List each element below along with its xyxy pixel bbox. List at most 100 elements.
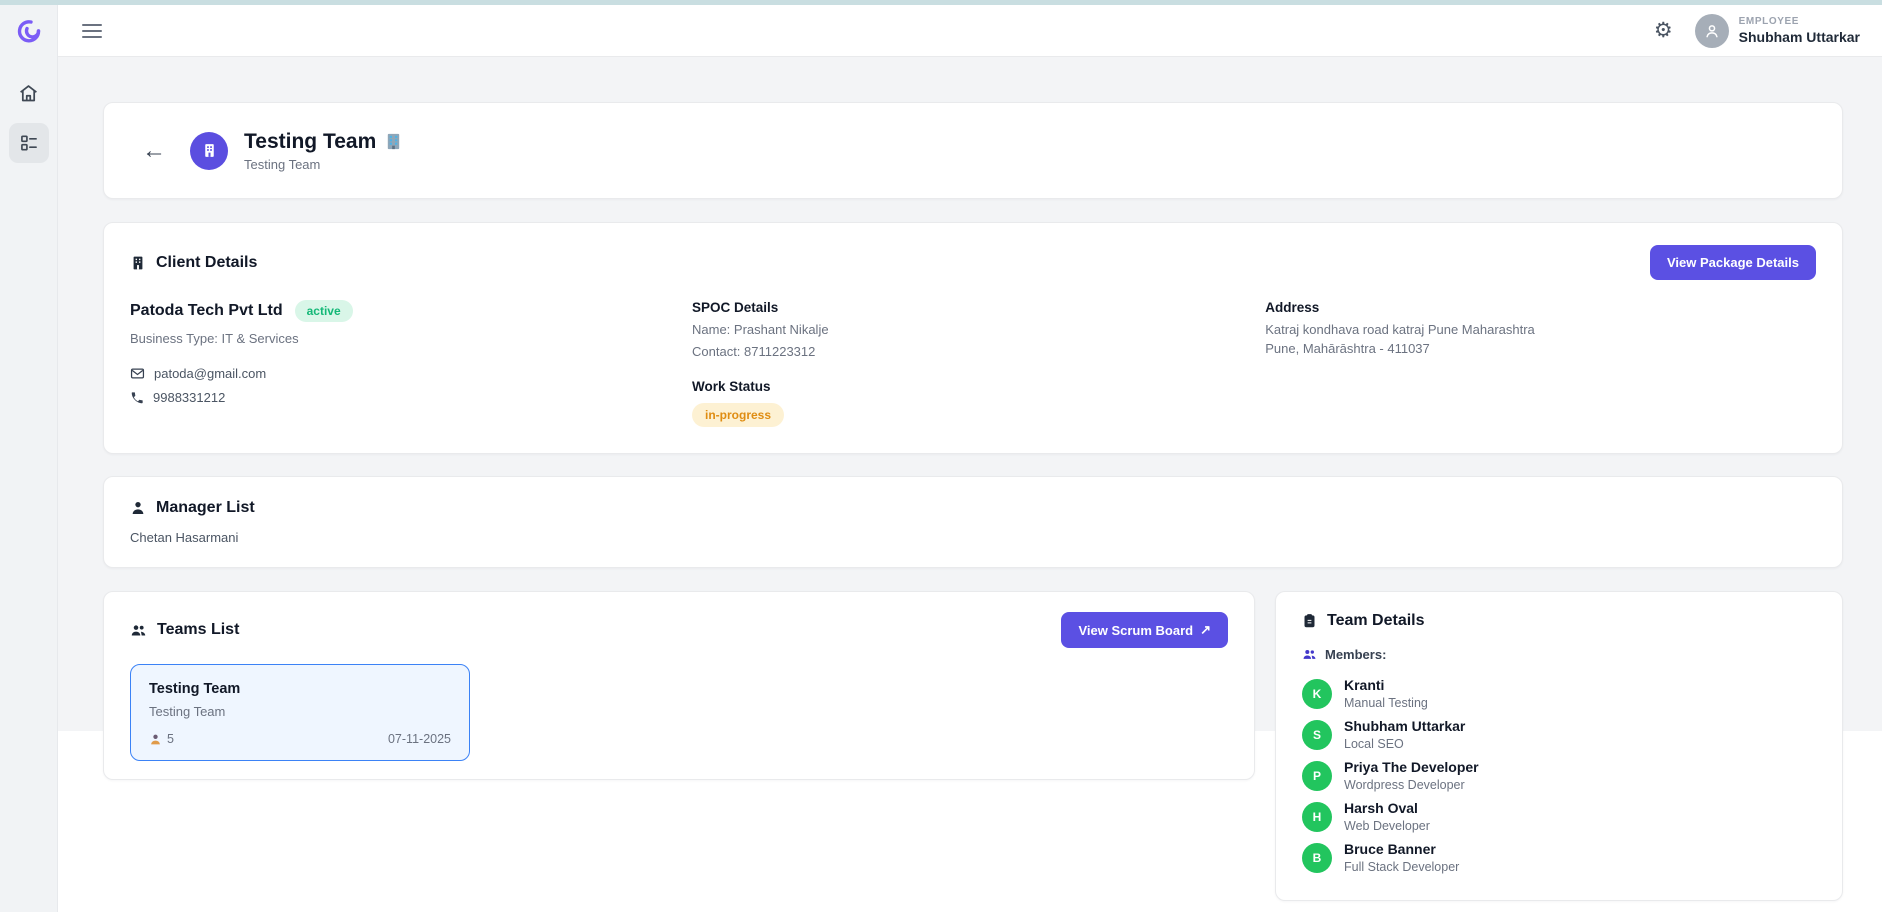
page-subtitle: Testing Team <box>244 157 403 172</box>
user-meta: EMPLOYEE Shubham Uttarkar <box>1739 16 1860 45</box>
member-row[interactable]: P Priya The Developer Wordpress Develope… <box>1302 759 1816 792</box>
member-list: K Kranti Manual Testing S Shubham Uttark… <box>1302 677 1816 874</box>
team-details-heading: Team Details <box>1302 612 1816 630</box>
person-icon <box>130 500 146 516</box>
member-role: Web Developer <box>1344 819 1430 833</box>
company-name: Patoda Tech Pvt Ltd <box>130 302 283 320</box>
client-address-column: Address Katraj kondhava road katraj Pune… <box>1265 300 1816 427</box>
manager-name: Chetan Hasarmani <box>130 530 1816 545</box>
sidebar-item-tasks[interactable] <box>9 123 49 163</box>
members-label: Members: <box>1325 647 1386 662</box>
member-info: Bruce Banner Full Stack Developer <box>1344 841 1459 874</box>
page-title-text: Testing Team <box>244 130 376 154</box>
member-avatar: H <box>1302 802 1332 832</box>
client-spoc-column: SPOC Details Name: Prashant Nikalje Cont… <box>692 300 1265 427</box>
main-content: ← Testing Team Testing Team <box>58 57 1882 731</box>
app-header: ⚙ EMPLOYEE Shubham Uttarkar <box>58 5 1882 57</box>
user-name: Shubham Uttarkar <box>1739 29 1860 45</box>
address-line-1: Katraj kondhava road katraj Pune Maharas… <box>1265 322 1816 337</box>
phone-icon <box>130 391 144 405</box>
spoc-contact: Contact: 8711223312 <box>692 344 1265 359</box>
status-badge: active <box>295 300 353 322</box>
team-tile-subtitle: Testing Team <box>149 704 451 719</box>
member-avatar: K <box>1302 679 1332 709</box>
client-phone: 9988331212 <box>153 390 225 405</box>
client-details-heading: Client Details <box>130 254 257 272</box>
back-arrow-icon[interactable]: ← <box>142 139 166 163</box>
work-status-heading: Work Status <box>692 379 1265 394</box>
page-title-block: Testing Team Testing Team <box>244 130 403 172</box>
members-label-row: Members: <box>1302 647 1816 662</box>
external-link-icon: ↗ <box>1200 622 1211 638</box>
teams-row: Teams List View Scrum Board ↗ Testing Te… <box>103 591 1843 901</box>
view-scrum-board-button[interactable]: View Scrum Board ↗ <box>1061 612 1228 648</box>
header-right: ⚙ EMPLOYEE Shubham Uttarkar <box>1654 14 1860 48</box>
member-avatar: B <box>1302 843 1332 873</box>
manager-list-title: Manager List <box>156 499 255 517</box>
spoc-name: Name: Prashant Nikalje <box>692 322 1265 337</box>
members-icon <box>1302 647 1317 662</box>
member-name: Kranti <box>1344 677 1428 693</box>
business-type: Business Type: IT & Services <box>130 331 692 346</box>
view-package-details-button[interactable]: View Package Details <box>1650 245 1816 280</box>
member-role: Wordpress Developer <box>1344 778 1479 792</box>
clipboard-icon <box>1302 613 1317 629</box>
address-heading: Address <box>1265 300 1816 315</box>
home-icon <box>18 83 39 104</box>
team-avatar <box>190 132 228 170</box>
sidebar-nav <box>9 73 49 163</box>
client-details-grid: Patoda Tech Pvt Ltd active Business Type… <box>130 300 1816 427</box>
team-details-title: Team Details <box>1327 612 1425 630</box>
member-info: Shubham Uttarkar Local SEO <box>1344 718 1465 751</box>
member-count-value: 5 <box>167 732 174 746</box>
task-list-icon <box>19 133 39 153</box>
member-avatar: P <box>1302 761 1332 791</box>
user-role-label: EMPLOYEE <box>1739 16 1860 27</box>
teams-list-title: Teams List <box>157 621 239 639</box>
client-phone-row: 9988331212 <box>130 390 692 405</box>
client-details-title: Client Details <box>156 254 257 272</box>
team-tile-name: Testing Team <box>149 681 451 697</box>
sidebar-item-home[interactable] <box>9 73 49 113</box>
member-row[interactable]: B Bruce Banner Full Stack Developer <box>1302 841 1816 874</box>
manager-list-card: Manager List Chetan Hasarmani <box>103 476 1843 568</box>
member-role: Manual Testing <box>1344 696 1428 710</box>
app-logo-icon[interactable] <box>15 17 43 45</box>
team-member-count: 5 <box>149 732 174 746</box>
user-avatar <box>1695 14 1729 48</box>
member-role: Full Stack Developer <box>1344 860 1459 874</box>
scrum-button-label: View Scrum Board <box>1078 623 1193 638</box>
member-name: Harsh Oval <box>1344 800 1430 816</box>
member-row[interactable]: K Kranti Manual Testing <box>1302 677 1816 710</box>
address-line-2: Pune, Mahārāshtra - 411037 <box>1265 341 1816 356</box>
page-title-card: ← Testing Team Testing Team <box>103 102 1843 199</box>
email-icon <box>130 366 145 381</box>
member-role: Local SEO <box>1344 737 1465 751</box>
team-date: 07-11-2025 <box>388 732 451 746</box>
building-icon <box>130 255 146 271</box>
teams-list-heading: Teams List <box>130 621 239 639</box>
hamburger-menu-icon[interactable] <box>82 24 102 38</box>
member-info: Kranti Manual Testing <box>1344 677 1428 710</box>
teams-list-card: Teams List View Scrum Board ↗ Testing Te… <box>103 591 1255 780</box>
member-count-icon <box>149 733 162 746</box>
user-menu[interactable]: EMPLOYEE Shubham Uttarkar <box>1695 14 1860 48</box>
member-row[interactable]: S Shubham Uttarkar Local SEO <box>1302 718 1816 751</box>
member-row[interactable]: H Harsh Oval Web Developer <box>1302 800 1816 833</box>
member-name: Shubham Uttarkar <box>1344 718 1465 734</box>
spoc-heading: SPOC Details <box>692 300 1265 315</box>
work-status-badge: in-progress <box>692 403 784 427</box>
member-info: Priya The Developer Wordpress Developer <box>1344 759 1479 792</box>
member-name: Priya The Developer <box>1344 759 1479 775</box>
building-emoji-icon <box>384 132 403 151</box>
client-email-row: patoda@gmail.com <box>130 366 692 381</box>
gear-icon[interactable]: ⚙ <box>1654 20 1673 41</box>
people-icon <box>130 622 147 639</box>
member-name: Bruce Banner <box>1344 841 1459 857</box>
sidebar <box>0 5 58 912</box>
page-title: Testing Team <box>244 130 403 154</box>
client-details-card: Client Details View Package Details Pato… <box>103 222 1843 454</box>
member-avatar: S <box>1302 720 1332 750</box>
manager-list-heading: Manager List <box>130 499 1816 517</box>
team-tile[interactable]: Testing Team Testing Team 5 07-11-2025 <box>130 664 470 761</box>
